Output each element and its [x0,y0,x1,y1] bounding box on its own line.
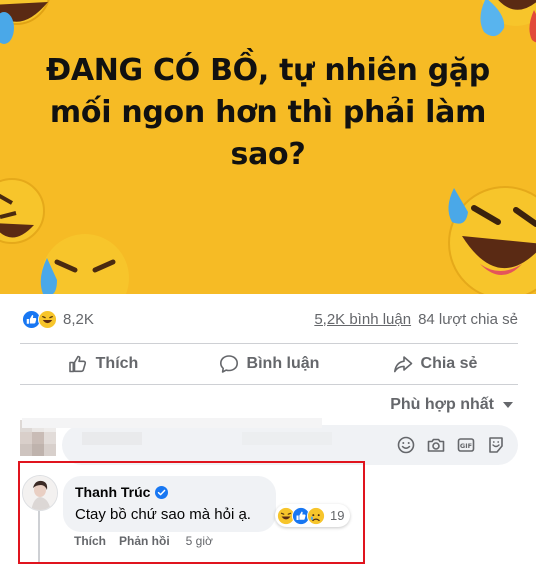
comment-reactions[interactable]: 19 [275,504,351,527]
share-button[interactable]: Chia sẻ [352,354,518,374]
highlighted-comment: Thanh Trúc Ctay bồ chứ sao mà hỏi ạ. 19 … [18,461,365,564]
caret-down-icon [503,402,513,408]
laughing-emoji-top-right [480,0,536,43]
comment-sort-dropdown[interactable]: Phù hợp nhất [390,396,514,414]
post-reaction-icons[interactable] [22,309,57,329]
post-share-count[interactable]: 84 lượt chia sẻ [418,311,518,328]
comment-input-tools: GIF [396,435,506,455]
like-button-label: Thích [95,355,139,372]
comment-sort-label: Phù hợp nhất [390,396,494,413]
comment-input[interactable]: GIF [22,418,518,465]
laughing-emoji-bottom-center [40,234,129,294]
haha-icon [38,309,57,329]
comment-text: Ctay bồ chứ sao mà hỏi ạ. [75,506,251,523]
svg-text:GIF: GIF [460,442,472,450]
comment-button[interactable]: Bình luận [186,354,352,374]
post-reaction-count[interactable]: 8,2K [63,311,94,328]
gif-icon[interactable]: GIF [456,435,476,455]
post-action-bar: Thích Bình luận Chia sẻ [20,344,518,384]
comment-author[interactable]: Thanh Trúc [75,484,150,500]
comment-like-button[interactable]: Thích [74,534,106,548]
share-icon [393,356,412,373]
thread-line [38,502,40,562]
like-button[interactable]: Thích [20,354,186,374]
post-stats: 8,2K 5,2K bình luận 84 lượt chia sẻ [0,294,536,344]
comment-icon [219,355,238,373]
thumbs-up-icon [68,355,86,373]
smiley-icon[interactable] [396,435,416,455]
verified-badge-icon [155,485,169,499]
commenter-avatar[interactable] [22,475,58,511]
comment-bubble[interactable]: Thanh Trúc Ctay bồ chứ sao mà hỏi ạ. [63,476,276,532]
share-button-label: Chia sẻ [420,355,478,372]
comment-timestamp[interactable]: 5 giờ [186,534,213,548]
divider [20,384,518,385]
avatar-photo [23,476,57,510]
post-image-headline: ĐANG CÓ BỒ, tự nhiên gặp mối ngon hơn th… [46,53,490,172]
comment-reaction-count: 19 [330,508,345,523]
post-comment-count[interactable]: 5,2K bình luận [314,311,411,328]
sad-icon [307,506,325,525]
post-image[interactable]: ĐANG CÓ BỒ, tự nhiên gặp mối ngon hơn th… [0,0,536,294]
sticker-icon[interactable] [486,435,506,455]
camera-icon[interactable] [426,435,446,455]
comment-reply-button[interactable]: Phản hồi [119,534,170,548]
comment-button-label: Bình luận [246,355,320,372]
laughing-emoji-top-left [0,0,50,44]
laughing-emoji-bottom-right [448,186,536,294]
comment-meta: Thích Phản hồi 5 giờ [74,534,213,548]
